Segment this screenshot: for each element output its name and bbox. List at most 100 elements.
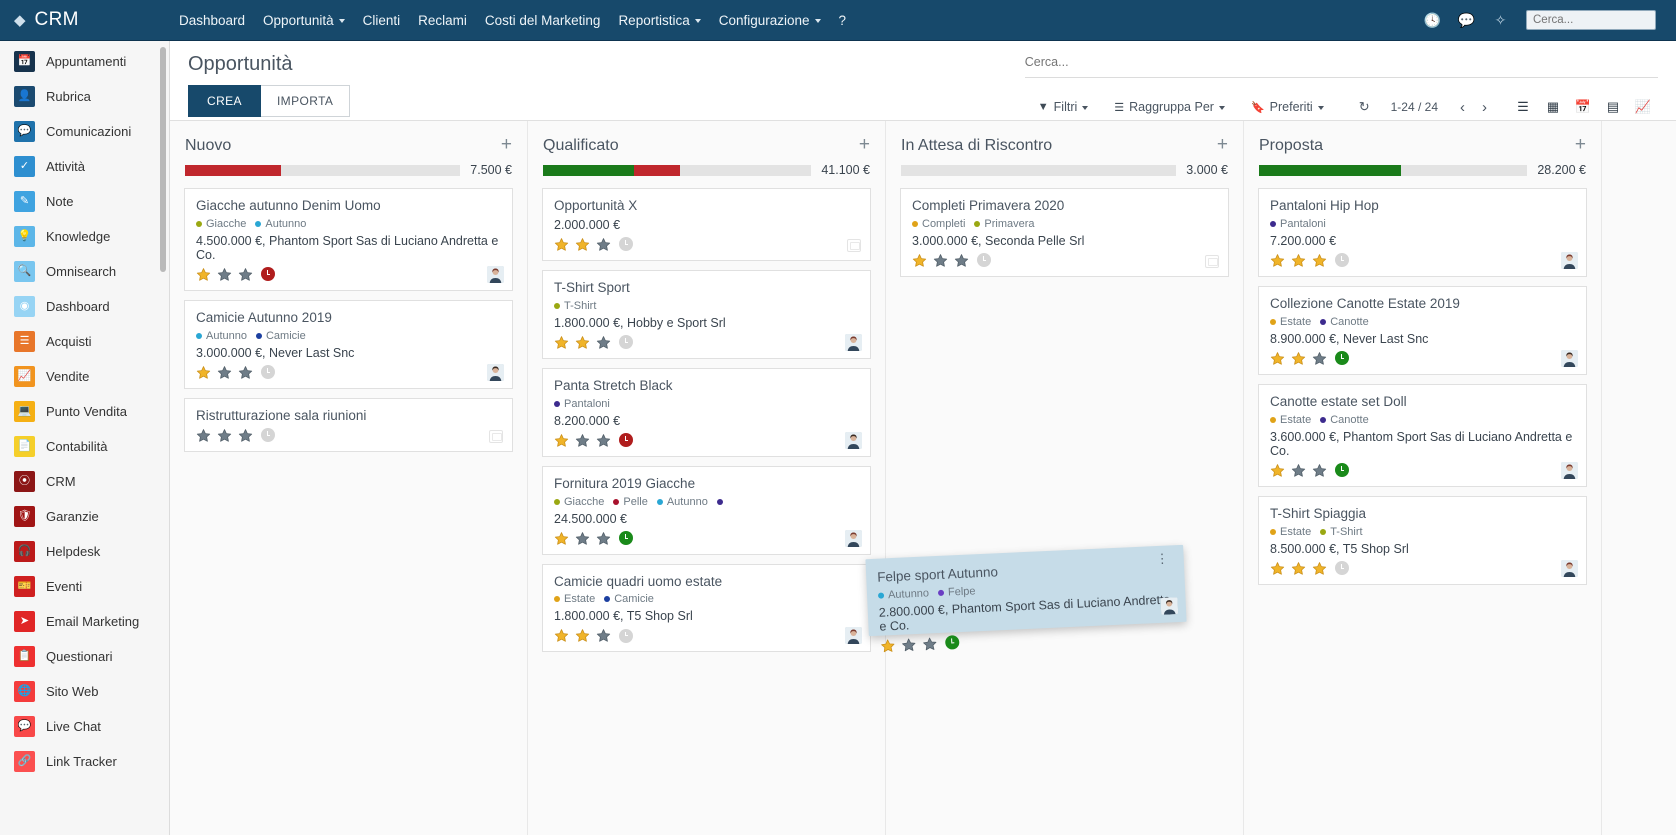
nav-link-[interactable]: ? [830, 7, 856, 34]
star-empty-icon[interactable] [196, 428, 211, 443]
refresh-icon[interactable]: ↻ [1359, 99, 1370, 115]
groupby-button[interactable]: ☰ Raggruppa Per [1101, 97, 1238, 117]
activity-clock-badge-icon[interactable] [619, 433, 633, 448]
kanban-card[interactable]: Pantaloni Hip Hop Pantaloni 7.200.000 € [1258, 188, 1587, 277]
nav-link-configurazione[interactable]: Configurazione [710, 7, 830, 34]
sidebar-item-crm[interactable]: ⦿ CRM [0, 464, 169, 499]
avatar[interactable] [1160, 597, 1179, 615]
star-empty-icon[interactable] [596, 335, 611, 350]
star-empty-icon[interactable] [933, 253, 948, 268]
activity-clock-badge-icon[interactable] [1335, 561, 1349, 575]
activity-clock-badge-icon[interactable] [1335, 463, 1349, 478]
kanban-card[interactable]: T-Shirt Spiaggia Estate T-Shirt 8.500.000 €… [1258, 495, 1587, 585]
activity-clock-badge-icon[interactable] [944, 635, 960, 651]
add-card-button[interactable]: + [859, 135, 870, 154]
activity-clock-badge-icon[interactable] [619, 628, 633, 643]
kanban-card[interactable]: T-Shirt Sport T-Shirt 1.800.000 €, Hobby e… [542, 269, 871, 359]
list-view-icon[interactable]: ☰ [1508, 96, 1538, 118]
sidebar-item-garanzie[interactable]: 🛡 Garanzie [0, 499, 169, 534]
filters-button[interactable]: ▼ Filtri [1025, 97, 1102, 117]
sidebar-item-appuntamenti[interactable]: 📅 Appuntamenti [0, 44, 169, 79]
loading-spinner-icon[interactable]: ✧ [1492, 12, 1509, 29]
sidebar-item-live-chat[interactable]: 💬 Live Chat [0, 709, 169, 744]
star-filled-icon[interactable] [1270, 463, 1285, 478]
star-empty-icon[interactable] [217, 365, 232, 380]
activity-clock-badge-icon[interactable] [619, 531, 633, 545]
sidebar-item-punto-vendita[interactable]: 💻 Punto Vendita [0, 394, 169, 429]
nav-link-costi-del-marketing[interactable]: Costi del Marketing [476, 7, 610, 34]
clock-icon[interactable]: 🕓 [1424, 12, 1441, 29]
sidebar-item-comunicazioni[interactable]: 💬 Comunicazioni [0, 114, 169, 149]
star-empty-icon[interactable] [575, 531, 590, 546]
star-filled-icon[interactable] [196, 365, 211, 380]
kanban-card[interactable]: Panta Stretch Black Pantaloni 8.200.000 € [542, 367, 871, 457]
nav-link-reclami[interactable]: Reclami [409, 7, 476, 34]
kebab-menu-icon[interactable]: ⋮ [1155, 551, 1169, 567]
star-filled-icon[interactable] [912, 253, 927, 268]
kanban-card[interactable]: Canotte estate set Doll Estate Canotte 3.60… [1258, 383, 1587, 487]
kanban-card[interactable]: Collezione Canotte Estate 2019 Estate Cano… [1258, 285, 1587, 375]
nav-link-reportistica[interactable]: Reportistica [609, 7, 709, 34]
avatar[interactable] [845, 431, 862, 449]
star-empty-icon[interactable] [217, 428, 232, 443]
star-empty-icon[interactable] [596, 433, 611, 448]
chat-icon[interactable]: 💬 [1458, 12, 1475, 29]
star-filled-icon[interactable] [196, 267, 211, 282]
star-empty-icon[interactable] [596, 531, 611, 546]
dragged-kanban-card[interactable]: Felpe sport Autunno Autunno Felpe 2.800.000… [865, 544, 1187, 653]
star-filled-icon[interactable] [554, 433, 569, 448]
add-card-button[interactable]: + [501, 135, 512, 154]
add-card-button[interactable]: + [1575, 135, 1586, 154]
sidebar-item-helpdesk[interactable]: 🎧 Helpdesk [0, 534, 169, 569]
star-filled-icon[interactable] [575, 237, 590, 252]
star-empty-icon[interactable] [1312, 351, 1327, 366]
star-filled-icon[interactable] [1291, 351, 1306, 366]
activity-clock-badge-icon[interactable] [1335, 253, 1349, 268]
activity-clock-badge-icon[interactable] [261, 365, 275, 380]
kanban-card[interactable]: Camicie quadri uomo estate Estate Camicie 1… [542, 563, 871, 653]
sidebar-item-note[interactable]: ✎ Note [0, 184, 169, 219]
star-empty-icon[interactable] [238, 428, 253, 443]
star-filled-icon[interactable] [554, 628, 569, 643]
activity-clock-badge-icon[interactable] [977, 253, 991, 268]
star-filled-icon[interactable] [1312, 253, 1327, 268]
sidebar-scrollbar[interactable] [160, 47, 166, 272]
navbar-search-input[interactable] [1526, 10, 1656, 30]
star-empty-icon[interactable] [954, 253, 969, 268]
calendar-view-icon[interactable]: 📅 [1568, 96, 1598, 118]
sidebar-item-attivit[interactable]: ✓ Attività [0, 149, 169, 184]
activity-clock-badge-icon[interactable] [261, 267, 275, 282]
graph-view-icon[interactable]: 📈 [1628, 96, 1658, 118]
sidebar-item-eventi[interactable]: 🎫 Eventi [0, 569, 169, 604]
avatar[interactable] [845, 333, 862, 351]
sidebar-item-knowledge[interactable]: 💡 Knowledge [0, 219, 169, 254]
star-empty-icon[interactable] [575, 433, 590, 448]
import-button[interactable]: IMPORTA [260, 85, 351, 117]
kanban-card[interactable]: Camicie Autunno 2019 Autunno Camicie 3.000.… [184, 299, 513, 389]
star-filled-icon[interactable] [575, 628, 590, 643]
create-button[interactable]: CREA [188, 85, 261, 117]
star-filled-icon[interactable] [575, 335, 590, 350]
avatar[interactable] [487, 363, 504, 381]
avatar[interactable] [1561, 559, 1578, 577]
star-filled-icon[interactable] [1312, 561, 1327, 576]
star-filled-icon[interactable] [880, 638, 896, 654]
star-empty-icon[interactable] [238, 267, 253, 282]
avatar[interactable] [845, 529, 862, 547]
sidebar-item-rubrica[interactable]: 👤 Rubrica [0, 79, 169, 114]
kanban-view-icon[interactable]: ▦ [1538, 96, 1568, 118]
add-card-button[interactable]: + [1217, 135, 1228, 154]
brand[interactable]: ◆ CRM [0, 9, 170, 31]
star-filled-icon[interactable] [1291, 561, 1306, 576]
sidebar-item-acquisti[interactable]: ☰ Acquisti [0, 324, 169, 359]
star-empty-icon[interactable] [596, 628, 611, 643]
avatar[interactable] [845, 627, 862, 645]
avatar[interactable] [487, 265, 504, 283]
star-empty-icon[interactable] [596, 237, 611, 252]
star-empty-icon[interactable] [922, 636, 938, 652]
star-filled-icon[interactable] [1270, 253, 1285, 268]
sidebar-item-dashboard[interactable]: ◉ Dashboard [0, 289, 169, 324]
star-filled-icon[interactable] [1270, 561, 1285, 576]
star-empty-icon[interactable] [1291, 463, 1306, 478]
avatar[interactable] [1561, 349, 1578, 367]
